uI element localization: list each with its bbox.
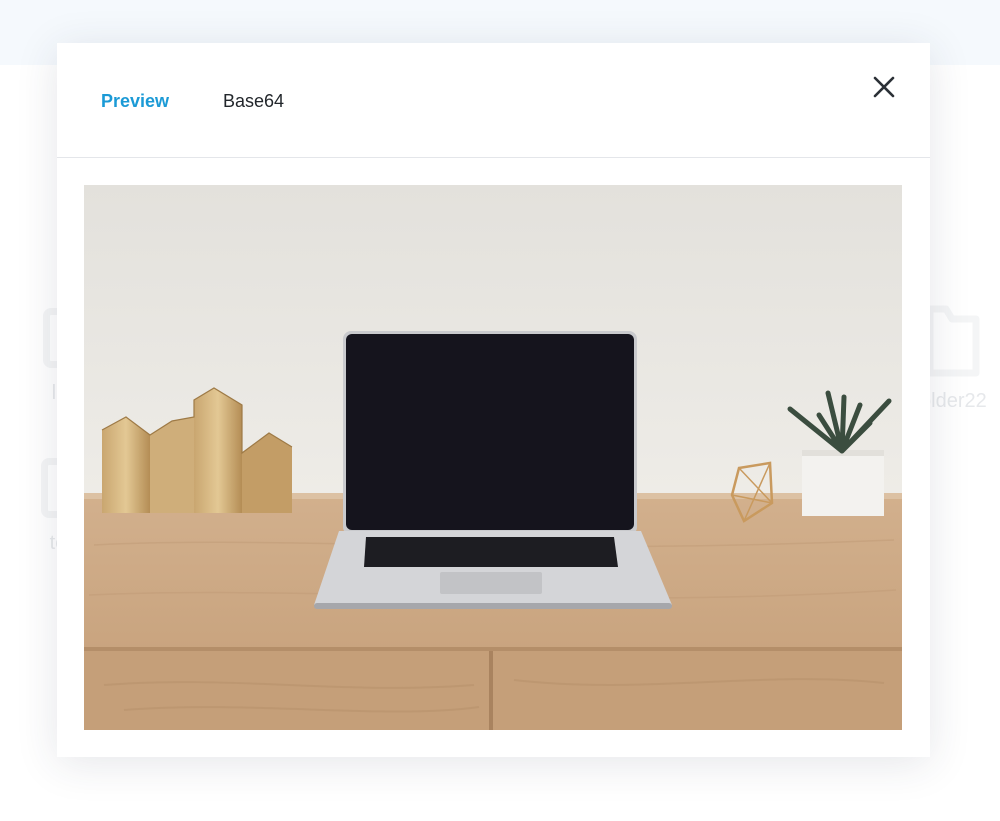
preview-photo [84, 185, 902, 730]
image-preview [84, 185, 902, 730]
tab-base64[interactable]: Base64 [223, 91, 284, 112]
tab-preview[interactable]: Preview [101, 91, 169, 112]
close-icon [873, 76, 895, 98]
preview-modal: Preview Base64 [57, 43, 930, 757]
close-button[interactable] [871, 74, 897, 100]
modal-header: Preview Base64 [57, 43, 930, 158]
